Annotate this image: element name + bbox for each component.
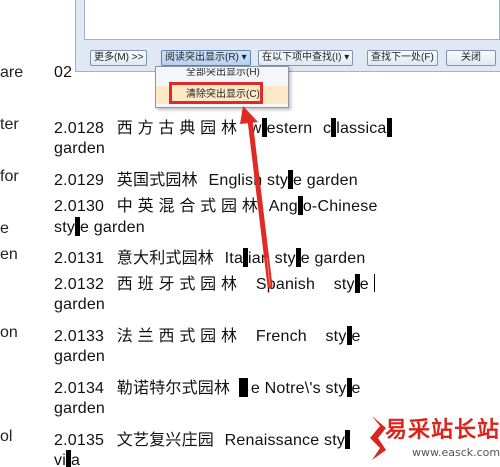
term-english: vi bbox=[54, 452, 66, 467]
term-english: French sty bbox=[255, 328, 347, 345]
annotation-box bbox=[169, 82, 263, 104]
doc-line: 2.0129 英国式园林 English sty e garden bbox=[54, 166, 358, 190]
term-english: e bbox=[351, 380, 361, 397]
term-english: c bbox=[322, 120, 332, 137]
text-cursor bbox=[373, 274, 375, 292]
reading-highlight-button[interactable]: 阅读突出显示(R) ▾ bbox=[161, 50, 251, 66]
highlight-mark bbox=[386, 118, 392, 137]
left-fragment: for bbox=[0, 168, 19, 185]
term-english: Renaissance sty bbox=[224, 432, 346, 449]
doc-line: 2.0132 西 班 牙 式 园 林 Spanish sty e bbox=[54, 270, 375, 294]
term-code: 2.0133 bbox=[54, 328, 105, 345]
doc-line: 2.0135 文艺复兴庄园 Renaissance sty bbox=[54, 426, 351, 450]
more-button[interactable]: 更多(M) >> bbox=[90, 50, 148, 66]
term-code: 2.0129 bbox=[54, 172, 105, 189]
term-chinese: 意大利式园林 bbox=[116, 250, 214, 267]
doc-line: garden bbox=[54, 296, 105, 314]
doc-line: 02 bbox=[54, 64, 72, 82]
term-english: garden bbox=[54, 140, 106, 157]
term-english: garden bbox=[54, 296, 106, 313]
term-chinese: 文艺复兴庄园 bbox=[116, 432, 214, 449]
term-code: 2.0130 bbox=[54, 198, 105, 215]
doc-line: garden bbox=[54, 400, 105, 418]
term-chinese: 勒诺特尔式园林 bbox=[116, 380, 231, 397]
term-english: e Notre\'s sty bbox=[250, 380, 347, 397]
term-code: 02 bbox=[54, 64, 73, 81]
term-chinese: 中 英 混 合 式 园 林 bbox=[116, 198, 259, 215]
term-code: 2.0134 bbox=[54, 380, 105, 397]
doc-line: 2.0128 西 方 古 典 园 林 w estern c lassica bbox=[54, 114, 392, 138]
watermark-title: 易采站长站 bbox=[385, 417, 500, 443]
term-english: e garden bbox=[80, 219, 145, 236]
term-english: e bbox=[359, 276, 369, 293]
doc-line: 2.0130 中 英 混 合 式 园 林 Ang o-Chinese bbox=[54, 192, 378, 216]
term-english: Spanish sty bbox=[255, 276, 355, 293]
term-english: e bbox=[351, 328, 361, 345]
find-next-button[interactable]: 查找下一处(F) bbox=[367, 50, 438, 66]
term-code: 2.0135 bbox=[54, 432, 105, 449]
term-english: Ita bbox=[224, 250, 244, 267]
term-english: e garden bbox=[293, 172, 358, 189]
highlight-mark bbox=[345, 430, 351, 449]
highlight-mark bbox=[238, 378, 248, 397]
doc-line: 2.0134 勒诺特尔式园林 e Notre\'s sty e bbox=[54, 374, 361, 398]
term-code: 2.0131 bbox=[54, 250, 105, 267]
term-code: 2.0128 bbox=[54, 120, 105, 137]
term-chinese: 西 班 牙 式 园 林 bbox=[116, 276, 238, 293]
find-in-button[interactable]: 在以下项中查找(I) ▾ bbox=[258, 50, 354, 66]
term-english: w bbox=[249, 120, 262, 137]
doc-line: garden bbox=[54, 140, 105, 158]
term-english: a bbox=[70, 452, 81, 467]
left-fragment: are bbox=[0, 64, 24, 81]
find-dialog-pane bbox=[84, 0, 500, 40]
term-english: sty bbox=[54, 219, 76, 236]
term-english: garden bbox=[54, 348, 106, 365]
term-english: garden bbox=[54, 400, 106, 417]
doc-line: garden bbox=[54, 348, 105, 366]
term-english: e garden bbox=[300, 250, 366, 267]
menu-item-highlight-all[interactable]: 全部突出显示(H) bbox=[156, 68, 288, 80]
doc-line: 2.0133 法 兰 西 式 园 林 French sty e bbox=[54, 322, 361, 346]
term-english: lassica bbox=[336, 120, 387, 137]
term-chinese: 英国式园林 bbox=[116, 172, 198, 189]
term-chinese: 西 方 古 典 园 林 bbox=[116, 120, 238, 137]
term-english: English sty bbox=[208, 172, 289, 189]
left-fragment: on bbox=[0, 324, 18, 341]
watermark-url: www.easck.com bbox=[412, 446, 500, 459]
left-fragment: ol bbox=[0, 428, 13, 445]
term-chinese: 法 兰 西 式 园 林 bbox=[116, 328, 238, 345]
term-code: 2.0132 bbox=[54, 276, 105, 293]
find-dialog: 更多(M) >> 阅读突出显示(R) ▾ 在以下项中查找(I) ▾ 查找下一处(… bbox=[75, 0, 500, 72]
doc-line: sty e garden bbox=[54, 217, 145, 237]
term-english: o-Chinese bbox=[302, 198, 378, 215]
doc-line: vi a bbox=[54, 450, 80, 467]
left-fragment: e bbox=[0, 220, 9, 237]
close-button[interactable]: 关闭 bbox=[446, 50, 496, 66]
left-fragment: en bbox=[0, 246, 18, 263]
term-english: ian sty bbox=[248, 250, 296, 267]
doc-line: 2.0131 意大利式园林 Ita ian sty e garden bbox=[54, 244, 365, 268]
term-english: Ang bbox=[268, 198, 298, 215]
term-english: estern bbox=[266, 120, 313, 137]
left-fragment: ter bbox=[0, 116, 19, 133]
